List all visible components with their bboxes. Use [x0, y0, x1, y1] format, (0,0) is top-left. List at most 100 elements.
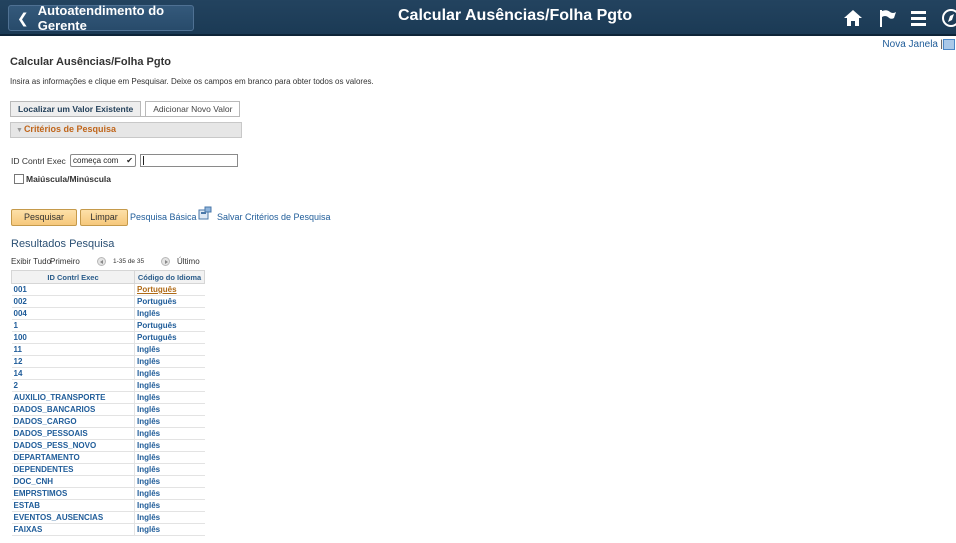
compass-icon[interactable]: [940, 8, 956, 28]
table-row[interactable]: DEPENDENTES Inglês: [11, 463, 205, 476]
language-cell[interactable]: Inglês: [134, 367, 205, 380]
language-cell[interactable]: Inglês: [134, 355, 205, 368]
table-row[interactable]: 100 Português: [11, 331, 205, 344]
id-cell[interactable]: 002: [11, 295, 135, 308]
id-cell[interactable]: DOC_CNH: [11, 475, 135, 488]
operator-select[interactable]: começa com ✔: [70, 154, 136, 167]
table-row[interactable]: 14 Inglês: [11, 367, 205, 380]
clear-button[interactable]: Limpar: [80, 209, 128, 226]
table-row[interactable]: DEPARTAMENTO Inglês: [11, 451, 205, 464]
table-row[interactable]: DADOS_PESSOAIS Inglês: [11, 427, 205, 440]
save-search-criteria-link[interactable]: Salvar Critérios de Pesquisa: [217, 212, 331, 222]
language-cell[interactable]: Inglês: [134, 487, 205, 500]
id-field-label: ID Contrl Exec: [11, 156, 66, 166]
results-heading: Resultados Pesquisa: [11, 238, 115, 250]
id-cell[interactable]: 004: [11, 307, 135, 320]
show-all-link[interactable]: Exibir Tudo: [11, 257, 51, 266]
id-cell[interactable]: DEPENDENTES: [11, 463, 135, 476]
id-cell[interactable]: 12: [11, 355, 135, 368]
banner-title: Calcular Ausências/Folha Pgto: [398, 7, 633, 24]
search-criteria-label: Critérios de Pesquisa: [23, 124, 116, 134]
table-row[interactable]: DOC_CNH Inglês: [11, 475, 205, 488]
id-cell[interactable]: DADOS_PESSOAIS: [11, 427, 135, 440]
language-cell[interactable]: Inglês: [134, 403, 205, 416]
id-cell[interactable]: DADOS_BANCARIOS: [11, 403, 135, 416]
table-row[interactable]: 001 Português: [11, 283, 205, 296]
id-cell[interactable]: 2: [11, 379, 135, 392]
language-cell[interactable]: Inglês: [134, 499, 205, 512]
basic-search-link[interactable]: Pesquisa Básica: [130, 212, 197, 222]
hamburger-menu-icon[interactable]: [908, 8, 930, 28]
table-row[interactable]: DADOS_CARGO Inglês: [11, 415, 205, 428]
results-navigation: Exibir Tudo Primeiro 1-35 de 35 Último: [11, 257, 206, 269]
last-link[interactable]: Último: [177, 257, 200, 266]
table-row[interactable]: 2 Inglês: [11, 379, 205, 392]
language-cell[interactable]: Inglês: [134, 475, 205, 488]
flag-icon[interactable]: [876, 8, 898, 28]
id-cell[interactable]: EMPRSTIMOS: [11, 487, 135, 500]
table-row[interactable]: EMPRSTIMOS Inglês: [11, 487, 205, 500]
next-arrow-icon[interactable]: [161, 257, 170, 266]
id-cell[interactable]: 001: [11, 283, 135, 296]
table-row[interactable]: EVENTOS_AUSENCIAS Inglês: [11, 511, 205, 524]
table-row[interactable]: DADOS_PESS_NOVO Inglês: [11, 439, 205, 452]
tab-find-existing[interactable]: Localizar um Valor Existente: [10, 101, 142, 116]
id-cell[interactable]: 11: [11, 343, 135, 356]
id-cell[interactable]: DEPARTAMENTO: [11, 451, 135, 464]
collapse-triangle-icon: ▼: [16, 127, 23, 134]
search-criteria-header[interactable]: ▼Critérios de Pesquisa: [10, 122, 242, 138]
language-cell[interactable]: Inglês: [134, 463, 205, 476]
id-cell[interactable]: EVENTOS_AUSENCIAS: [11, 511, 135, 524]
back-button-label: Autoatendimento do Gerente: [37, 3, 165, 33]
search-criteria-title: ▼Critérios de Pesquisa: [16, 124, 116, 134]
language-cell[interactable]: Português: [134, 295, 205, 308]
language-cell[interactable]: Inglês: [134, 451, 205, 464]
id-cell[interactable]: ESTAB: [11, 499, 135, 512]
operator-value: começa com: [73, 156, 119, 165]
save-search-icon[interactable]: [198, 206, 212, 220]
language-cell[interactable]: Português: [134, 319, 205, 332]
table-row[interactable]: 12 Inglês: [11, 355, 205, 368]
language-cell[interactable]: Inglês: [134, 379, 205, 392]
language-cell[interactable]: Inglês: [134, 439, 205, 452]
language-cell[interactable]: Inglês: [134, 307, 205, 320]
column-header-language[interactable]: Código do Idioma: [134, 270, 205, 284]
table-row[interactable]: FAIXAS Inglês: [11, 523, 205, 536]
id-cell[interactable]: 1: [11, 319, 135, 332]
table-row[interactable]: DADOS_BANCARIOS Inglês: [11, 403, 205, 416]
previous-arrow-icon[interactable]: [97, 257, 106, 266]
chevron-left-icon: ❮: [17, 10, 29, 26]
id-value-input[interactable]: [140, 154, 238, 167]
column-header-id[interactable]: ID Contrl Exec: [11, 270, 135, 284]
home-icon[interactable]: [842, 8, 864, 28]
new-window-link[interactable]: Nova Janela: [882, 39, 938, 50]
id-cell[interactable]: FAIXAS: [11, 523, 135, 536]
id-cell[interactable]: 14: [11, 367, 135, 380]
table-row[interactable]: 11 Inglês: [11, 343, 205, 356]
id-cell[interactable]: DADOS_CARGO: [11, 415, 135, 428]
id-cell[interactable]: AUXILIO_TRANSPORTE: [11, 391, 135, 404]
table-row[interactable]: 004 Inglês: [11, 307, 205, 320]
language-cell[interactable]: Inglês: [134, 343, 205, 356]
id-cell[interactable]: 100: [11, 331, 135, 344]
table-row[interactable]: 1 Português: [11, 319, 205, 332]
language-cell[interactable]: Inglês: [134, 415, 205, 428]
case-sensitive-label: Maiúscula/Minúscula: [26, 174, 112, 184]
id-cell[interactable]: DADOS_PESS_NOVO: [11, 439, 135, 452]
results-body: 001 Português 002 Português 004 Inglês 1 Portug…: [11, 283, 205, 536]
search-button[interactable]: Pesquisar: [11, 209, 77, 226]
new-window-icon[interactable]: [943, 39, 955, 50]
table-row[interactable]: 002 Português: [11, 295, 205, 308]
language-cell[interactable]: Inglês: [134, 523, 205, 536]
language-cell[interactable]: Inglês: [134, 427, 205, 440]
table-row[interactable]: ESTAB Inglês: [11, 499, 205, 512]
language-cell[interactable]: Português: [134, 283, 205, 296]
first-link[interactable]: Primeiro: [50, 257, 80, 266]
language-cell[interactable]: Inglês: [134, 391, 205, 404]
back-button[interactable]: ❮ Autoatendimento do Gerente: [8, 3, 194, 33]
case-sensitive-checkbox[interactable]: [14, 174, 24, 184]
tab-add-new[interactable]: Adicionar Novo Valor: [145, 101, 241, 116]
language-cell[interactable]: Português: [134, 331, 205, 344]
table-row[interactable]: AUXILIO_TRANSPORTE Inglês: [11, 391, 205, 404]
language-cell[interactable]: Inglês: [134, 511, 205, 524]
